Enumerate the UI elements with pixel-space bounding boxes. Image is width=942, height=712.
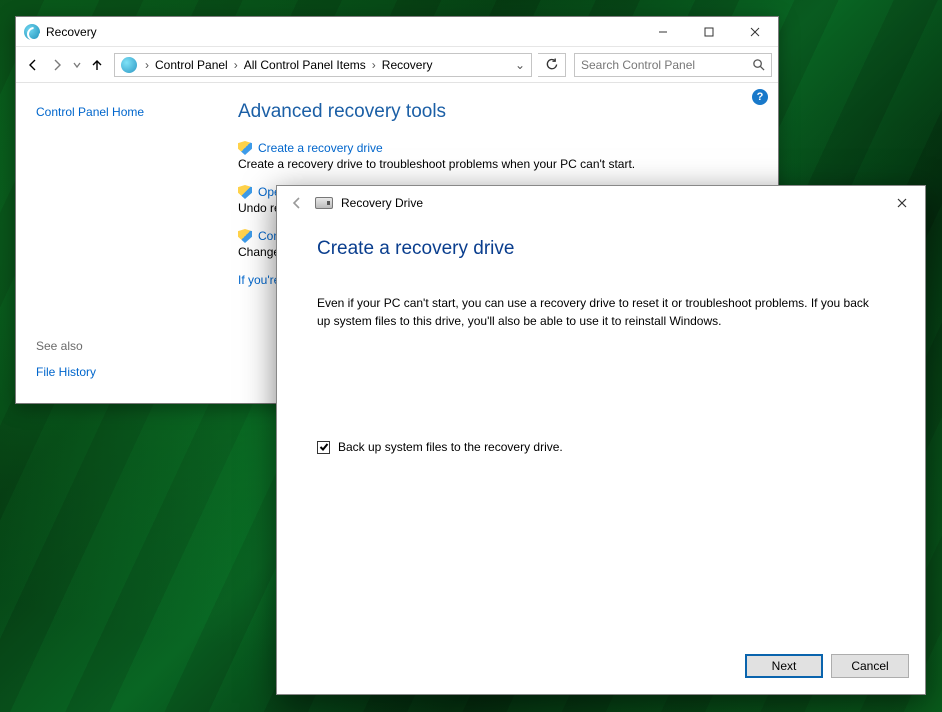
nav-forward-button[interactable] — [46, 54, 68, 76]
backup-checkbox-row[interactable]: Back up system files to the recovery dri… — [317, 440, 885, 454]
create-recovery-drive-link[interactable]: Create a recovery drive — [258, 141, 383, 155]
page-heading: Advanced recovery tools — [238, 101, 756, 123]
control-panel-home-link[interactable]: Control Panel Home — [36, 105, 196, 119]
file-history-link[interactable]: File History — [36, 365, 196, 379]
recovery-drive-dialog: Recovery Drive Create a recovery drive E… — [276, 185, 926, 695]
dialog-heading: Create a recovery drive — [317, 238, 885, 260]
shield-icon — [238, 141, 252, 155]
search-placeholder: Search Control Panel — [581, 58, 752, 72]
refresh-button[interactable] — [538, 53, 566, 77]
dialog-content: Create a recovery drive Even if your PC … — [277, 220, 925, 454]
nav-bar: › Control Panel › All Control Panel Item… — [16, 47, 778, 83]
dialog-title: Recovery Drive — [341, 196, 423, 210]
nav-recent-dropdown[interactable] — [70, 61, 84, 69]
address-bar[interactable]: › Control Panel › All Control Panel Item… — [114, 53, 532, 77]
search-icon — [752, 58, 765, 71]
breadcrumb[interactable]: Recovery — [380, 58, 435, 72]
dialog-close-button[interactable] — [879, 188, 925, 218]
chevron-right-icon: › — [141, 58, 153, 72]
breadcrumb[interactable]: Control Panel — [153, 58, 230, 72]
check-icon — [319, 442, 329, 452]
nav-up-button[interactable] — [86, 54, 108, 76]
breadcrumb[interactable]: All Control Panel Items — [242, 58, 368, 72]
address-icon — [121, 57, 137, 73]
cancel-button[interactable]: Cancel — [831, 654, 909, 678]
chevron-right-icon: › — [230, 58, 242, 72]
drive-icon — [315, 197, 333, 209]
search-input[interactable]: Search Control Panel — [574, 53, 772, 77]
address-dropdown[interactable]: ⌄ — [511, 58, 529, 72]
dialog-buttons: Next Cancel — [745, 654, 909, 678]
nav-back-button[interactable] — [22, 54, 44, 76]
see-also-label: See also — [36, 339, 196, 353]
sidebar: Control Panel Home See also File History — [16, 83, 216, 403]
cp-titlebar[interactable]: Recovery — [16, 17, 778, 47]
minimize-button[interactable] — [640, 17, 686, 47]
help-icon[interactable]: ? — [752, 89, 768, 105]
dialog-back-button[interactable] — [283, 189, 311, 217]
close-button[interactable] — [732, 17, 778, 47]
shield-icon — [238, 229, 252, 243]
next-button[interactable]: Next — [745, 654, 823, 678]
recovery-icon — [24, 24, 40, 40]
backup-checkbox[interactable] — [317, 441, 330, 454]
chevron-right-icon: › — [368, 58, 380, 72]
backup-checkbox-label: Back up system files to the recovery dri… — [338, 440, 563, 454]
maximize-button[interactable] — [686, 17, 732, 47]
tool-description: Create a recovery drive to troubleshoot … — [238, 157, 756, 171]
window-title: Recovery — [46, 25, 97, 39]
tool-item: Create a recovery drive Create a recover… — [238, 141, 756, 171]
dialog-titlebar[interactable]: Recovery Drive — [277, 186, 925, 220]
shield-icon — [238, 185, 252, 199]
dialog-description: Even if your PC can't start, you can use… — [317, 294, 877, 330]
